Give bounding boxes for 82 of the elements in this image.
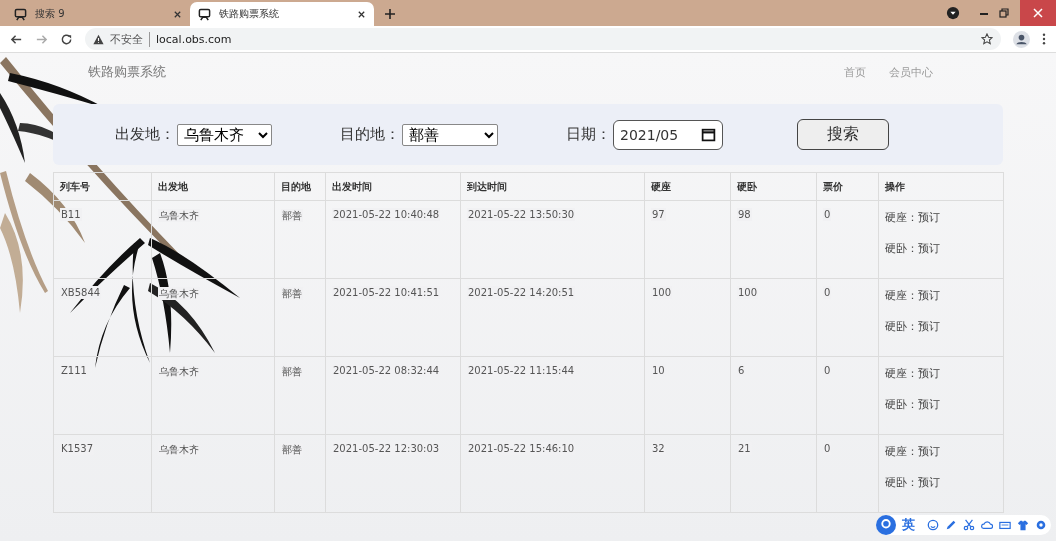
column-header: 硬卧 <box>730 172 817 201</box>
close-icon[interactable] <box>173 9 182 19</box>
reload-icon[interactable] <box>60 32 73 46</box>
browser-tab[interactable]: 搜索 9 <box>6 2 190 26</box>
table-cell: 2021-05-22 10:41:51 <box>332 286 441 299</box>
booking-link[interactable]: 硬卧：预订 <box>885 320 997 334</box>
restore-icon[interactable] <box>998 7 1010 19</box>
origin-label: 出发地： <box>115 125 175 144</box>
table-cell: XB5844 <box>60 286 102 299</box>
table-cell: 10 <box>651 364 666 377</box>
site-title: 铁路购票系统 <box>88 63 166 81</box>
table-cell: 0 <box>823 286 832 299</box>
table-cell: 乌鲁木齐 <box>158 287 200 300</box>
column-header: 操作 <box>878 172 1004 201</box>
address-field[interactable]: 不安全 local.obs.com <box>85 28 1001 50</box>
booking-link[interactable]: 硬卧：预订 <box>885 398 997 412</box>
column-header: 票价 <box>816 172 879 201</box>
origin-select[interactable]: 乌鲁木齐 <box>177 123 272 146</box>
emoji-icon[interactable] <box>927 519 939 531</box>
table-cell: 2021-05-22 12:30:03 <box>332 442 441 455</box>
table-cell: 2021-05-22 10:40:48 <box>332 208 441 221</box>
date-label: 日期： <box>566 125 611 144</box>
table-cell: 2021-05-22 14:20:51 <box>467 286 576 299</box>
table-cell: 2021-05-22 13:50:30 <box>467 208 576 221</box>
input-mode-toggle[interactable]: 英 <box>902 516 915 534</box>
destination-label: 目的地： <box>340 125 400 144</box>
monitor-icon <box>198 7 211 21</box>
table-cell: 98 <box>737 208 752 221</box>
column-header: 目的地 <box>274 172 326 201</box>
profile-icon[interactable] <box>1013 30 1030 48</box>
column-header: 出发时间 <box>325 172 461 201</box>
dropdown-icon[interactable] <box>946 6 960 20</box>
table-cell: 0 <box>823 442 832 455</box>
table-cell: 鄯善 <box>281 443 303 456</box>
close-icon[interactable] <box>357 9 366 19</box>
star-icon[interactable] <box>981 33 993 45</box>
new-tab-icon[interactable] <box>384 8 396 20</box>
booking-link[interactable]: 硬座：预订 <box>885 211 997 225</box>
booking-link[interactable]: 硬卧：预订 <box>885 476 997 490</box>
cloud-icon[interactable] <box>981 519 993 531</box>
destination-select[interactable]: 鄯善 <box>402 123 498 146</box>
booking-link[interactable]: 硬座：预订 <box>885 445 997 459</box>
table-cell: 2021-05-22 08:32:44 <box>332 364 441 377</box>
column-header: 硬座 <box>644 172 731 201</box>
table-cell: 2021-05-22 15:46:10 <box>467 442 576 455</box>
column-header: 列车号 <box>53 172 152 201</box>
table-cell: 乌鲁木齐 <box>158 365 200 378</box>
table-cell: 21 <box>737 442 752 455</box>
settings-icon[interactable] <box>1035 519 1047 531</box>
warning-icon <box>93 33 104 45</box>
browser-tab[interactable]: 铁路购票系统 <box>190 2 374 26</box>
table-cell: 鄯善 <box>281 287 303 300</box>
input-method-logo-icon[interactable] <box>876 515 896 535</box>
booking-link[interactable]: 硬座：预订 <box>885 367 997 381</box>
scissors-icon[interactable] <box>963 519 975 531</box>
calendar-icon[interactable] <box>701 127 716 142</box>
date-field[interactable]: 2021/05 <box>613 119 723 150</box>
column-header: 到达时间 <box>460 172 645 201</box>
monitor-icon <box>14 7 27 21</box>
table-cell: 6 <box>737 364 746 377</box>
table-cell: 乌鲁木齐 <box>158 209 200 222</box>
table-cell: K1537 <box>60 442 94 455</box>
shirt-icon[interactable] <box>1017 519 1029 531</box>
table-cell: 97 <box>651 208 666 221</box>
table-cell: 2021-05-22 11:15:44 <box>467 364 576 377</box>
search-button[interactable]: 搜索 <box>797 119 889 150</box>
menu-icon[interactable] <box>1042 33 1046 45</box>
table-cell: 32 <box>651 442 666 455</box>
table-cell: 100 <box>651 286 673 299</box>
pen-icon[interactable] <box>945 519 957 531</box>
table-cell: 0 <box>823 208 832 221</box>
booking-link[interactable]: 硬卧：预订 <box>885 242 997 256</box>
table-cell: 鄯善 <box>281 365 303 378</box>
table-cell: 鄯善 <box>281 209 303 222</box>
column-header: 出发地 <box>151 172 275 201</box>
table-cell: 0 <box>823 364 832 377</box>
keyboard-icon[interactable] <box>999 519 1011 531</box>
table-cell: Z111 <box>60 364 88 377</box>
table-cell: 乌鲁木齐 <box>158 443 200 456</box>
table-cell: B11 <box>60 208 82 221</box>
booking-link[interactable]: 硬座：预订 <box>885 289 997 303</box>
table-cell: 100 <box>737 286 759 299</box>
